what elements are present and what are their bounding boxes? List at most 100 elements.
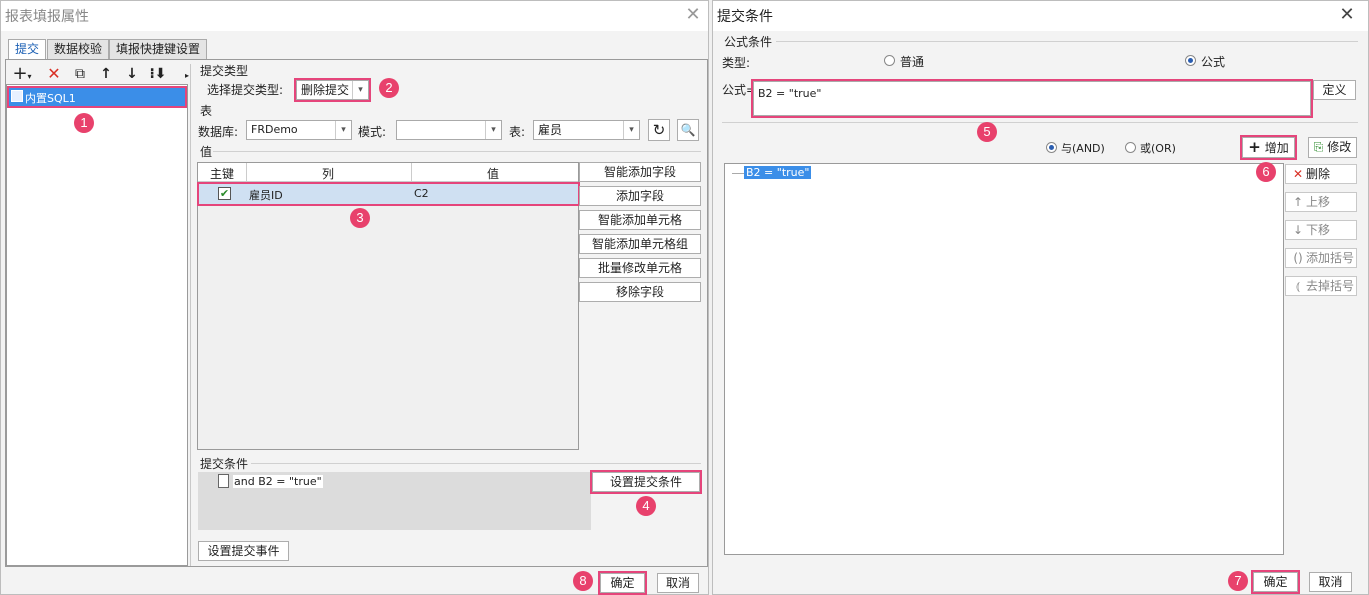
divider xyxy=(246,163,247,182)
submit-type-label: 选择提交类型: xyxy=(207,83,284,97)
chevron-down-icon: ▾ xyxy=(352,81,368,99)
condition-item[interactable]: and B2 = "true" xyxy=(233,475,323,488)
annotation-badge-1: 1 xyxy=(74,113,94,133)
radio-formula-label[interactable]: 公式 xyxy=(1201,53,1225,70)
db-label: 数据库: xyxy=(198,125,239,139)
refresh-icon[interactable]: ↻ xyxy=(648,119,670,141)
modify-condition-button[interactable]: ⎘ 修改 xyxy=(1308,137,1357,158)
dialog-title: 报表填报属性 xyxy=(5,9,89,25)
delete-icon[interactable]: ✕ xyxy=(43,64,65,84)
condition-list-item[interactable]: B2 = "true" xyxy=(744,166,812,179)
edit-icon: ⎘ xyxy=(1313,140,1324,154)
move-down-icon[interactable]: ↓ xyxy=(121,64,143,84)
annotation-badge-5: 5 xyxy=(977,122,997,142)
move-down-label: 下移 xyxy=(1306,223,1331,237)
divider xyxy=(722,122,1358,123)
tab-submit[interactable]: 提交 xyxy=(8,39,47,60)
move-down-button[interactable]: ↓ 下移 xyxy=(1285,220,1357,240)
add-icon[interactable]: +▾ xyxy=(11,64,33,84)
smart-add-field-button[interactable]: 智能添加字段 xyxy=(579,162,701,182)
table-select[interactable]: 雇员 ▾ xyxy=(533,120,640,140)
divider xyxy=(213,151,701,152)
delete-label: 删除 xyxy=(1306,167,1331,181)
submit-type-value: 删除提交 xyxy=(301,83,350,97)
delete-icon: ✕ xyxy=(1292,167,1304,181)
radio-normal[interactable] xyxy=(884,55,895,66)
sort-icon[interactable]: ⁝⬇ xyxy=(147,64,169,84)
radio-normal-label[interactable]: 普通 xyxy=(900,53,924,70)
add-parenthesis-label: 添加括号 xyxy=(1306,251,1355,265)
divider xyxy=(251,463,701,464)
type-label: 类型: xyxy=(722,56,751,70)
close-icon[interactable]: ✕ xyxy=(682,4,704,26)
radio-formula[interactable] xyxy=(1185,55,1196,66)
divider xyxy=(411,163,412,182)
submit-type-select[interactable]: 删除提交 ▾ xyxy=(294,78,371,102)
formula-input[interactable]: B2 = "true" xyxy=(751,79,1313,118)
chevron-down-icon: ▾ xyxy=(485,121,501,139)
checkbox-checked-icon[interactable]: ✔ xyxy=(218,187,231,200)
dialog-titlebar: 提交条件 ✕ xyxy=(713,1,1368,31)
condition-list: and B2 = "true" xyxy=(198,472,591,530)
chevron-down-icon: ▾ xyxy=(335,121,351,139)
move-up-icon[interactable]: ↑ xyxy=(95,64,117,84)
cancel-button[interactable]: 取消 xyxy=(657,573,699,593)
preview-icon[interactable]: 🔍 xyxy=(677,119,699,141)
table-row[interactable]: ✔ 雇员ID C2 xyxy=(197,182,580,206)
add-parenthesis-button[interactable]: () 添加括号 xyxy=(1285,248,1357,268)
define-button[interactable]: 定义 xyxy=(1313,80,1356,100)
radio-or-label[interactable]: 或(OR) xyxy=(1140,140,1176,156)
sql-tree: 内置SQL1 xyxy=(6,84,188,566)
add-condition-button[interactable]: + 增加 xyxy=(1240,135,1297,160)
radio-and-label[interactable]: 与(AND) xyxy=(1061,140,1105,156)
smart-add-cell-button[interactable]: 智能添加单元格 xyxy=(579,210,701,230)
table-header: 主键 列 值 xyxy=(198,163,578,182)
set-submit-event-button[interactable]: 设置提交事件 xyxy=(198,541,289,561)
schema-label: 模式: xyxy=(358,125,387,139)
remove-field-button[interactable]: 移除字段 xyxy=(579,282,701,302)
smart-add-cell-group-button[interactable]: 智能添加单元格组 xyxy=(579,234,701,254)
add-field-button[interactable]: 添加字段 xyxy=(579,186,701,206)
document-icon xyxy=(218,474,229,488)
annotation-badge-4: 4 xyxy=(636,496,656,516)
header-key: 主键 xyxy=(210,167,235,181)
cancel-button[interactable]: 取消 xyxy=(1309,572,1352,592)
close-icon[interactable]: ✕ xyxy=(1336,4,1358,26)
tree-line xyxy=(732,173,744,174)
sql-icon xyxy=(11,90,23,102)
condition-section-title: 提交条件 xyxy=(200,457,249,471)
value-section-title: 值 xyxy=(200,145,213,159)
more-arrow-icon[interactable]: ▸ xyxy=(185,71,189,80)
table-value: 雇员 xyxy=(538,123,563,137)
set-submit-condition-button[interactable]: 设置提交条件 xyxy=(590,470,702,494)
annotation-badge-8: 8 xyxy=(573,571,593,591)
ok-button[interactable]: 确定 xyxy=(598,571,647,595)
table-section-title: 表 xyxy=(200,104,213,118)
header-column: 列 xyxy=(322,167,335,181)
formula-group-title: 公式条件 xyxy=(724,35,773,49)
header-value: 值 xyxy=(487,167,500,181)
radio-and[interactable] xyxy=(1046,142,1057,153)
delete-condition-button[interactable]: ✕ 删除 xyxy=(1285,164,1357,184)
divider xyxy=(776,41,1358,42)
remove-parenthesis-icon: ⦅ xyxy=(1296,279,1300,293)
row-column: 雇员ID xyxy=(249,189,283,202)
tab-shortcut-settings[interactable]: 填报快捷键设置 xyxy=(109,39,208,59)
batch-modify-cell-button[interactable]: 批量修改单元格 xyxy=(579,258,701,278)
move-up-button[interactable]: ↑ 上移 xyxy=(1285,192,1357,212)
form-properties-dialog: 报表填报属性 ✕ 提交 数据校验 填报快捷键设置 +▾ ✕ ⧉ ↑ ↓ ⁝⬇ ▸… xyxy=(0,0,709,595)
remove-parenthesis-label: 去掉括号 xyxy=(1306,279,1355,293)
splitter[interactable] xyxy=(190,64,191,566)
radio-or[interactable] xyxy=(1125,142,1136,153)
tree-item-sql1[interactable]: 内置SQL1 xyxy=(7,86,187,108)
tab-data-validation[interactable]: 数据校验 xyxy=(47,39,110,59)
remove-parenthesis-button[interactable]: ⦅ 去掉括号 xyxy=(1285,276,1357,296)
copy-icon[interactable]: ⧉ xyxy=(69,64,91,84)
dialog-title: 提交条件 xyxy=(717,9,773,25)
schema-select[interactable]: ▾ xyxy=(396,120,502,140)
formula-value: B2 = "true" xyxy=(758,87,822,100)
move-up-label: 上移 xyxy=(1306,195,1331,209)
db-value: FRDemo xyxy=(251,123,298,136)
ok-button[interactable]: 确定 xyxy=(1251,570,1300,594)
db-select[interactable]: FRDemo ▾ xyxy=(246,120,352,140)
